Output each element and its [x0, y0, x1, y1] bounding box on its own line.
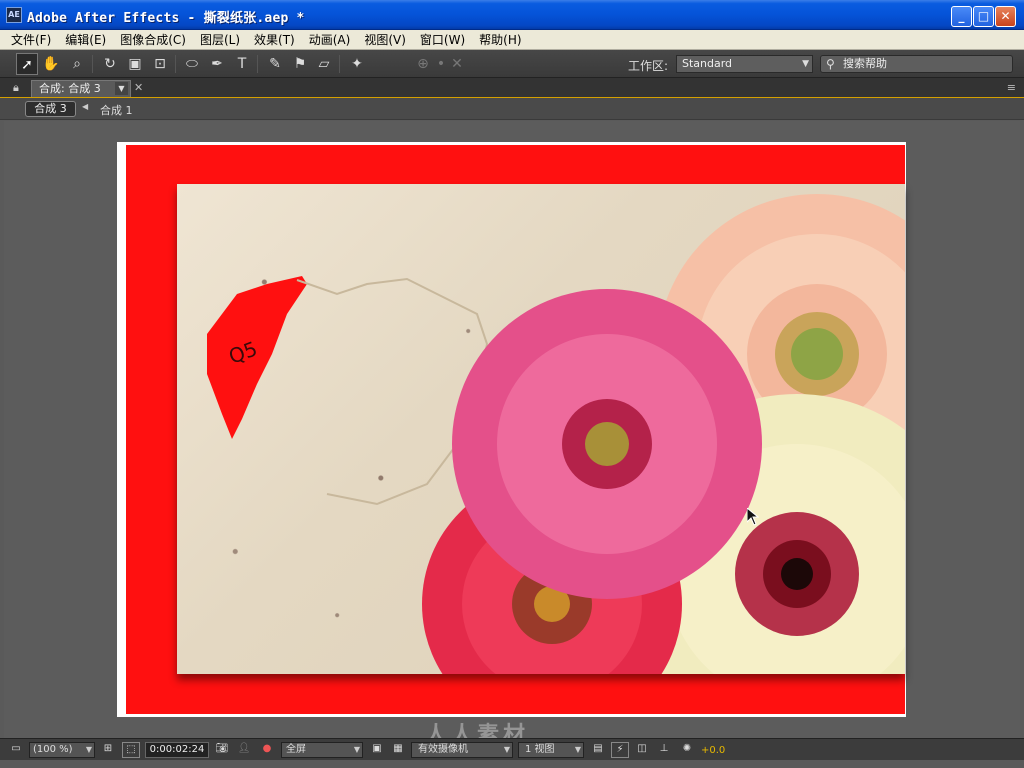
workspace-label: 工作区:: [628, 59, 669, 73]
menu-animation[interactable]: 动画(A): [302, 31, 358, 48]
chevron-down-icon: ▼: [353, 745, 360, 754]
breadcrumb-current-comp[interactable]: 合成 3: [25, 101, 76, 117]
puppet-pin-tool-icon[interactable]: ✦: [346, 53, 368, 75]
chevron-down-icon: ▼: [85, 745, 92, 754]
view-axis-icon[interactable]: ✕: [446, 53, 468, 75]
lock-icon[interactable]: 🔒︎: [13, 81, 27, 95]
status-strip: [0, 760, 1024, 768]
title-action-safe-icon[interactable]: ⊞: [100, 742, 116, 758]
close-tab-icon[interactable]: ✕: [134, 81, 143, 94]
search-help-placeholder: 搜索帮助: [843, 57, 887, 70]
flowchart-icon[interactable]: ⊥: [656, 742, 672, 758]
brush-tool-icon[interactable]: ✎: [264, 53, 286, 75]
reset-exposure-icon[interactable]: ✺: [678, 742, 696, 758]
viewer-controls: ▭ (100 %) ▼ ⊞ ⬚ 0:00:02:24 📷︎ 👤︎ ● 全屏 ▼ …: [0, 738, 1024, 760]
magnification-value: (100 %): [33, 744, 73, 755]
eraser-tool-icon[interactable]: ▱: [313, 53, 335, 75]
pen-tool-icon[interactable]: ✒: [206, 53, 228, 75]
chevron-down-icon[interactable]: ▼: [115, 82, 128, 95]
exposure-value[interactable]: +0.0: [701, 745, 725, 756]
menu-layer[interactable]: 图层(L): [193, 31, 247, 48]
transparency-grid-icon[interactable]: ▦: [390, 742, 406, 758]
timeline-icon[interactable]: ◫: [634, 742, 650, 758]
tools-toolbar: ➚ ✋ ⌕ ↻ ▣ ⊡ ⬭ ✒ T ✎ ⚑ ▱ ✦ ⊕ • ✕ 工作区: Sta…: [0, 50, 1024, 78]
menu-help[interactable]: 帮助(H): [472, 31, 528, 48]
search-icon: ⚲: [826, 57, 835, 71]
current-time-display[interactable]: 0:00:02:24: [145, 742, 209, 758]
view-layout-value: 1 视图: [525, 744, 555, 755]
mouse-pointer-icon: [747, 508, 759, 526]
menu-window[interactable]: 窗口(W): [413, 31, 472, 48]
menu-composition[interactable]: 图像合成(C): [113, 31, 193, 48]
panel-menu-icon[interactable]: ≡: [1007, 81, 1016, 94]
minimize-button[interactable]: _: [951, 6, 972, 27]
rotation-tool-icon[interactable]: ↻: [99, 53, 121, 75]
after-effects-app-icon: AE: [6, 7, 22, 23]
composition-panel-header: 🔒︎ 合成: 合成 3 ▼ ✕ ≡: [0, 78, 1024, 98]
close-button[interactable]: ✕: [995, 6, 1016, 27]
menu-bar: 文件(F) 编辑(E) 图像合成(C) 图层(L) 效果(T) 动画(A) 视图…: [0, 30, 1024, 50]
hand-tool-icon[interactable]: ✋: [40, 53, 62, 75]
camera-select[interactable]: 有效摄像机 ▼: [411, 742, 513, 758]
menu-edit[interactable]: 编辑(E): [58, 31, 113, 48]
pan-behind-tool-icon[interactable]: ⊡: [149, 53, 171, 75]
always-preview-icon[interactable]: ▭: [8, 742, 24, 758]
ellipse-tool-icon[interactable]: ⬭: [181, 53, 203, 75]
resolution-select[interactable]: 全屏 ▼: [281, 742, 363, 758]
camera-value: 有效摄像机: [418, 744, 468, 755]
workspace-value: Standard: [682, 57, 733, 70]
clone-stamp-tool-icon[interactable]: ⚑: [289, 53, 311, 75]
flowers-image: Q5: [207, 194, 905, 674]
menu-effect[interactable]: 效果(T): [247, 31, 302, 48]
menu-file[interactable]: 文件(F): [4, 31, 58, 48]
region-of-interest-icon[interactable]: ▣: [369, 742, 385, 758]
menu-view[interactable]: 视图(V): [357, 31, 413, 48]
show-snapshot-icon[interactable]: 👤︎: [236, 742, 252, 758]
mask-visibility-icon[interactable]: ⬚: [122, 742, 140, 758]
tab-composition[interactable]: 合成: 合成 3 ▼: [31, 80, 131, 97]
type-tool-icon[interactable]: T: [231, 53, 253, 75]
search-help-input[interactable]: ⚲ 搜索帮助: [820, 55, 1013, 73]
zoom-tool-icon[interactable]: ⌕: [66, 53, 88, 75]
maximize-button[interactable]: □: [973, 6, 994, 27]
resolution-value: 全屏: [286, 744, 306, 755]
breadcrumb-parent-comp[interactable]: 合成 1: [100, 102, 133, 118]
chevron-left-icon: ◀: [82, 102, 89, 111]
view-layout-select[interactable]: 1 视图 ▼: [518, 742, 584, 758]
composition-tab-label: 合成: 合成 3: [39, 82, 101, 95]
pixel-aspect-icon[interactable]: ▤: [590, 742, 606, 758]
chevron-down-icon: ▼: [574, 745, 581, 754]
title-bar: AE Adobe After Effects - 撕裂纸张.aep * _ □ …: [0, 0, 1024, 30]
fast-previews-icon[interactable]: ⚡: [611, 742, 629, 758]
workspace-select[interactable]: Standard ▼: [676, 55, 813, 73]
camera-tool-icon[interactable]: ▣: [124, 53, 146, 75]
selection-tool-icon[interactable]: ➚: [16, 53, 38, 75]
channel-rgb-icon[interactable]: ●: [258, 742, 276, 758]
chevron-down-icon: ▼: [802, 59, 809, 69]
chevron-down-icon: ▼: [503, 745, 510, 754]
paper-layer: Q5: [177, 184, 905, 674]
window-title: Adobe After Effects - 撕裂纸张.aep *: [27, 11, 305, 26]
magnification-select[interactable]: (100 %) ▼: [29, 742, 95, 758]
snapshot-icon[interactable]: 📷︎: [214, 742, 230, 758]
breadcrumb: 合成 3 ◀ 合成 1: [0, 98, 1024, 120]
pink-flower: [452, 289, 762, 599]
